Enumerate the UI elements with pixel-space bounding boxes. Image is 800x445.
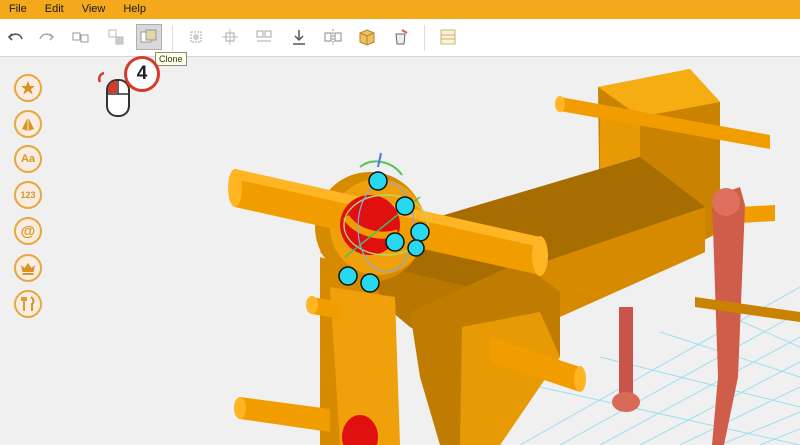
group-icon <box>72 32 89 43</box>
redo-icon <box>39 33 55 41</box>
toolbar-separator <box>172 25 173 51</box>
model-frame[interactable] <box>228 69 775 445</box>
box-solid-button[interactable] <box>354 24 380 50</box>
shapes-button[interactable] <box>14 110 42 138</box>
step-badge: 4 <box>124 56 160 92</box>
menu-edit[interactable]: Edit <box>36 0 73 19</box>
toolbar-separator <box>424 25 425 51</box>
split-button[interactable] <box>251 24 277 50</box>
ungroup-button[interactable] <box>103 24 129 50</box>
clone-tooltip: Clone <box>155 52 187 66</box>
clone-button[interactable] <box>136 24 162 50</box>
paint-bucket-button[interactable] <box>388 24 414 50</box>
menu-file[interactable]: File <box>0 0 36 19</box>
text-button[interactable]: Aa <box>14 145 42 173</box>
toolbar <box>0 19 800 57</box>
shapes-icon <box>22 117 34 131</box>
ungroup-icon <box>108 29 124 45</box>
mirror-button[interactable] <box>320 24 346 50</box>
grid-button[interactable] <box>435 24 461 50</box>
menu-bar: File Edit View Help <box>0 0 800 19</box>
menu-help[interactable]: Help <box>114 0 155 19</box>
group-button[interactable] <box>68 24 94 50</box>
paint-bucket-icon <box>395 29 408 45</box>
redo-button[interactable] <box>33 24 59 50</box>
crown-button[interactable] <box>14 254 42 282</box>
menu-view[interactable]: View <box>73 0 115 19</box>
split-icon <box>256 30 272 42</box>
favorites-star-icon <box>21 81 35 95</box>
undo-icon <box>7 33 23 41</box>
text-icon: Aa <box>20 153 36 165</box>
align-button[interactable] <box>183 24 209 50</box>
undo-button[interactable] <box>3 24 29 50</box>
symbols-icon: @ <box>20 222 36 240</box>
favorites-star-button[interactable] <box>14 74 42 102</box>
drop-to-floor-icon <box>293 30 305 45</box>
tools-icon <box>21 296 35 311</box>
symbols-button[interactable]: @ <box>14 217 42 245</box>
clone-icon <box>140 29 157 43</box>
numbers-button[interactable]: 123 <box>14 181 42 209</box>
grid-icon <box>440 29 456 45</box>
box-solid-icon <box>359 29 375 46</box>
tools-button[interactable] <box>14 290 42 318</box>
drop-to-floor-button[interactable] <box>286 24 312 50</box>
mirror-icon <box>324 29 342 45</box>
numbers-icon: 123 <box>20 190 36 200</box>
scatter-button[interactable] <box>217 24 243 50</box>
crown-icon <box>21 263 35 275</box>
scatter-icon <box>222 29 238 45</box>
align-icon <box>190 31 202 43</box>
